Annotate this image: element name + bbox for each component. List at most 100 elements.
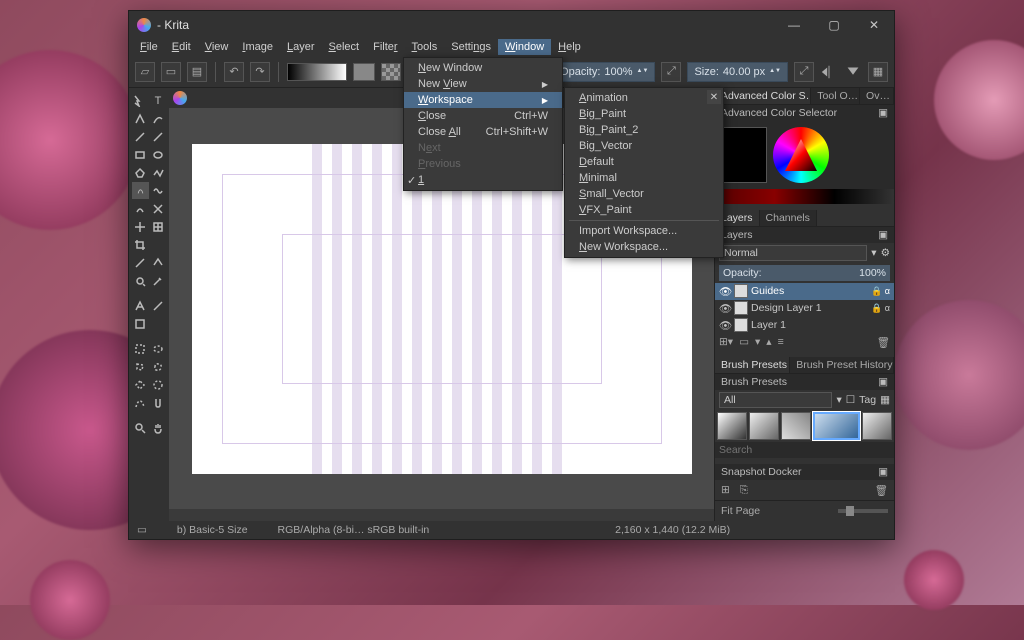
tool-bezier[interactable] bbox=[132, 182, 149, 199]
add-layer-button[interactable]: ⊞▾ bbox=[719, 336, 733, 349]
tool-zoom[interactable] bbox=[132, 419, 149, 436]
size-link-icon[interactable]: ⤢ bbox=[794, 62, 814, 82]
menu-settings[interactable]: Settings bbox=[444, 39, 498, 55]
move-up-button[interactable]: ▴ bbox=[766, 336, 771, 349]
tool-contig[interactable] bbox=[132, 376, 149, 393]
filter-icon[interactable]: ▾ bbox=[871, 247, 876, 259]
tab-overview[interactable]: Ov… bbox=[860, 88, 894, 104]
tool-freehand[interactable] bbox=[132, 254, 149, 271]
layer-props-button[interactable]: ≡ bbox=[778, 336, 784, 349]
tool-magsel[interactable] bbox=[150, 394, 167, 411]
workspace-import[interactable]: Import Workspace... bbox=[565, 223, 723, 239]
tool-colorsel[interactable] bbox=[150, 376, 167, 393]
tool-reference[interactable] bbox=[132, 315, 149, 332]
tool-ellipse[interactable] bbox=[150, 146, 167, 163]
camera-icon[interactable]: ⎘ bbox=[740, 484, 748, 497]
layer-row-1[interactable]: 👁 Layer 1 bbox=[715, 317, 894, 334]
tool-polygon[interactable] bbox=[132, 164, 149, 181]
tool-calligraphy[interactable] bbox=[150, 110, 167, 127]
tool-freehand-path[interactable] bbox=[150, 182, 167, 199]
brush-preset[interactable] bbox=[749, 412, 779, 440]
redo-button[interactable]: ↷ bbox=[250, 62, 270, 82]
tool-transform[interactable] bbox=[132, 92, 149, 109]
tab-brush-history[interactable]: Brush Preset History bbox=[790, 357, 894, 373]
tab-channels[interactable]: Channels bbox=[760, 210, 817, 226]
pattern-picker[interactable] bbox=[381, 63, 401, 81]
panel-menu-icon[interactable]: ▣ bbox=[878, 107, 888, 119]
tool-bezsel[interactable] bbox=[132, 394, 149, 411]
tool-dynamic[interactable] bbox=[132, 200, 149, 217]
brush-preset[interactable] bbox=[862, 412, 892, 440]
tool-move[interactable] bbox=[132, 218, 149, 235]
menu-layer[interactable]: Layer bbox=[280, 39, 322, 55]
color-wheel[interactable] bbox=[773, 127, 829, 183]
menu-new-window[interactable]: New Window bbox=[404, 60, 562, 76]
menu-close[interactable]: CloseCtrl+W bbox=[404, 108, 562, 124]
panel-menu-icon[interactable]: ▣ bbox=[878, 466, 888, 478]
layer-opacity-control[interactable]: Opacity: 100% bbox=[719, 265, 890, 281]
undo-button[interactable]: ↶ bbox=[224, 62, 244, 82]
color-square[interactable] bbox=[719, 127, 767, 183]
gradient-picker[interactable] bbox=[287, 63, 347, 81]
submenu-close-icon[interactable]: ✕ bbox=[707, 90, 721, 104]
layer-row-guides[interactable]: 👁 Guides 🔒 α bbox=[715, 283, 894, 300]
tab-tool-options[interactable]: Tool O… bbox=[811, 88, 860, 104]
new-doc-button[interactable]: ▱ bbox=[135, 62, 155, 82]
color-history[interactable] bbox=[715, 189, 894, 204]
brush-preset-selected[interactable] bbox=[813, 412, 860, 440]
eye-icon[interactable]: 👁 bbox=[719, 285, 731, 297]
tool-assist[interactable] bbox=[132, 297, 149, 314]
tool-multi[interactable] bbox=[150, 200, 167, 217]
eye-icon[interactable]: 👁 bbox=[719, 319, 731, 331]
opacity-link-icon[interactable]: ⤢ bbox=[661, 62, 681, 82]
brush-preset[interactable] bbox=[717, 412, 747, 440]
tool-rect[interactable] bbox=[132, 146, 149, 163]
opacity-control[interactable]: Opacity: 100% ▲▼ bbox=[553, 62, 655, 82]
tool-transform2[interactable] bbox=[150, 218, 167, 235]
tag-menu-icon[interactable]: ▦ bbox=[880, 394, 890, 406]
menu-close-all[interactable]: Close AllCtrl+Shift+W bbox=[404, 124, 562, 140]
workspace-bigpaint[interactable]: Big_Paint bbox=[565, 106, 723, 122]
preset-search-input[interactable] bbox=[715, 442, 894, 458]
panel-menu-icon[interactable]: ▣ bbox=[878, 229, 888, 241]
menu-window[interactable]: Window bbox=[498, 39, 551, 55]
brush-preset[interactable] bbox=[781, 412, 811, 440]
fit-page-label[interactable]: Fit Page bbox=[721, 505, 760, 517]
tool-polysel[interactable] bbox=[132, 358, 149, 375]
tool-line[interactable] bbox=[150, 128, 167, 145]
wrap-button[interactable]: ▦ bbox=[868, 62, 888, 82]
workspace-minimal[interactable]: Minimal bbox=[565, 170, 723, 186]
blend-mode-select[interactable]: Normal bbox=[719, 245, 867, 261]
move-down-button[interactable]: ▾ bbox=[755, 336, 760, 349]
menu-new-view[interactable]: New View▶ bbox=[404, 76, 562, 92]
mirror-h-icon[interactable] bbox=[820, 65, 838, 79]
workspace-animation[interactable]: Animation bbox=[565, 90, 723, 106]
menu-help[interactable]: Help bbox=[551, 39, 588, 55]
dup-layer-button[interactable]: ▭ bbox=[739, 336, 749, 349]
tool-editshape[interactable] bbox=[132, 110, 149, 127]
workspace-new[interactable]: New Workspace... bbox=[565, 239, 723, 255]
tool-polyline[interactable] bbox=[150, 164, 167, 181]
workspace-bigvector[interactable]: Big_Vector bbox=[565, 138, 723, 154]
open-doc-button[interactable]: ▭ bbox=[161, 62, 181, 82]
menu-select[interactable]: Select bbox=[322, 39, 367, 55]
eye-icon[interactable]: 👁 bbox=[719, 302, 731, 314]
menu-image[interactable]: Image bbox=[235, 39, 280, 55]
menu-workspace[interactable]: Workspace▶ bbox=[404, 92, 562, 108]
lock-icon[interactable]: 🔒 α bbox=[871, 286, 890, 297]
h-scrollbar[interactable] bbox=[169, 509, 714, 521]
menu-filter[interactable]: Filter bbox=[366, 39, 404, 55]
color-selector[interactable] bbox=[715, 121, 894, 189]
menu-view[interactable]: View bbox=[198, 39, 236, 55]
status-selector-icon[interactable]: ▭ bbox=[137, 524, 147, 536]
menu-tools[interactable]: Tools bbox=[405, 39, 445, 55]
tool-pencil[interactable] bbox=[132, 128, 149, 145]
layer-settings-icon[interactable]: ⚙ bbox=[881, 247, 890, 259]
tab-advanced-color[interactable]: Advanced Color S… bbox=[715, 88, 811, 104]
tool-colorpick[interactable] bbox=[150, 272, 167, 289]
tool-rectsel[interactable] bbox=[132, 340, 149, 357]
tool-similar[interactable] bbox=[132, 272, 149, 289]
presets-filter[interactable]: All bbox=[719, 392, 832, 408]
panel-menu-icon[interactable]: ▣ bbox=[878, 376, 888, 388]
workspace-bigpaint2[interactable]: Big_Paint_2 bbox=[565, 122, 723, 138]
